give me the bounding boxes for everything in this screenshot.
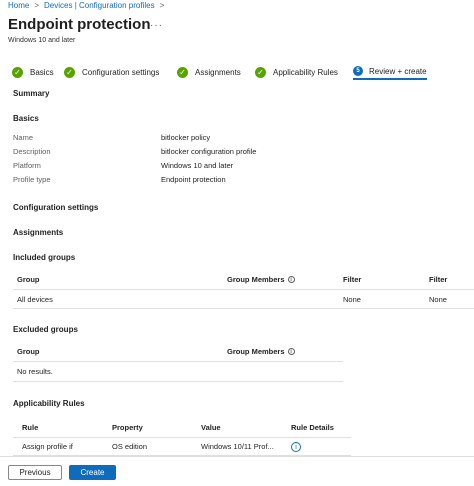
description-label: Description [13,147,51,156]
previous-button[interactable]: Previous [8,465,62,480]
check-circle-icon: ✓ [177,66,188,78]
column-header-label: Group Members [227,347,285,356]
column-header-property: Property [112,423,143,432]
step-label: Basics [30,67,54,77]
name-label: Name [13,133,34,142]
basics-heading: Basics [13,114,39,123]
tab-review-create[interactable]: 5 Review + create [353,64,427,80]
filter-cell: None [343,295,361,304]
column-header-rule: Rule [22,423,39,432]
step-label: Assignments [195,67,241,77]
step-label: Review + create [369,66,427,76]
column-header-group: Group [17,347,40,356]
excluded-groups-heading: Excluded groups [13,325,78,334]
table-row: All devices None None [13,291,474,309]
info-icon[interactable]: i [287,348,295,355]
profile-type-label: Profile type [13,175,51,184]
info-icon[interactable]: i [287,276,295,283]
profile-type-value: Endpoint protection [161,175,226,184]
breadcrumb-config-profiles[interactable]: Devices | Configuration profiles [44,1,155,10]
applicability-header-row: Rule Property Value Rule Details [13,418,351,438]
tab-applicability-rules[interactable]: ✓ Applicability Rules [255,64,338,80]
column-header-filter-mode: Filter [429,275,448,284]
breadcrumb-home[interactable]: Home [8,1,29,10]
no-results-text: No results. [17,367,53,376]
step-number-badge: 5 [353,66,363,76]
empty-row: No results. [13,362,343,382]
summary-heading: Summary [13,89,50,98]
column-header-value: Value [201,423,221,432]
column-header-label: Group Members [227,275,285,284]
description-value: bitlocker configuration profile [161,147,257,156]
configuration-settings-heading: Configuration settings [13,203,99,212]
assignments-heading: Assignments [13,228,64,237]
check-circle-icon: ✓ [255,66,266,78]
included-groups-heading: Included groups [13,253,76,262]
table-row: Assign profile if OS edition Windows 10/… [13,438,351,456]
name-value: bitlocker policy [161,133,211,142]
create-button[interactable]: Create [69,465,116,480]
tab-configuration-settings[interactable]: ✓ Configuration settings [64,64,159,80]
column-header-group-members: Group Members i [227,342,295,361]
tab-assignments[interactable]: ✓ Assignments [177,64,241,80]
included-groups-header-row: Group Group Members i Filter Filter [13,270,474,290]
chevron-right-icon: > [159,1,165,10]
chevron-right-icon: > [34,1,40,10]
step-label: Configuration settings [82,67,160,77]
rule-cell: Assign profile if [22,442,73,451]
filter-mode-cell: None [429,295,447,304]
step-label: Applicability Rules [273,67,338,77]
info-icon[interactable]: i [291,441,301,452]
tab-basics[interactable]: ✓ Basics [12,64,54,80]
column-header-rule-details: Rule Details [291,423,334,432]
property-cell: OS edition [112,442,148,451]
column-header-group-members: Group Members i [227,270,295,289]
check-circle-icon: ✓ [64,66,75,78]
platform-value: Windows 10 and later [161,161,234,170]
excluded-groups-header-row: Group Group Members i [13,342,343,362]
group-cell: All devices [17,295,53,304]
breadcrumb: Home > Devices | Configuration profiles … [8,1,169,10]
platform-label: Platform [13,161,41,170]
column-header-group: Group [17,275,40,284]
column-header-filter: Filter [343,275,362,284]
page-subtitle: Windows 10 and later [8,37,76,44]
page-title: Endpoint protection [8,16,151,33]
footer-bar: Previous Create [0,456,474,486]
more-options-icon[interactable]: ··· [150,20,163,31]
value-cell: Windows 10/11 Prof... [201,442,274,451]
rule-details-cell: i [291,438,301,455]
applicability-rules-heading: Applicability Rules [13,399,85,408]
check-circle-icon: ✓ [12,66,23,78]
